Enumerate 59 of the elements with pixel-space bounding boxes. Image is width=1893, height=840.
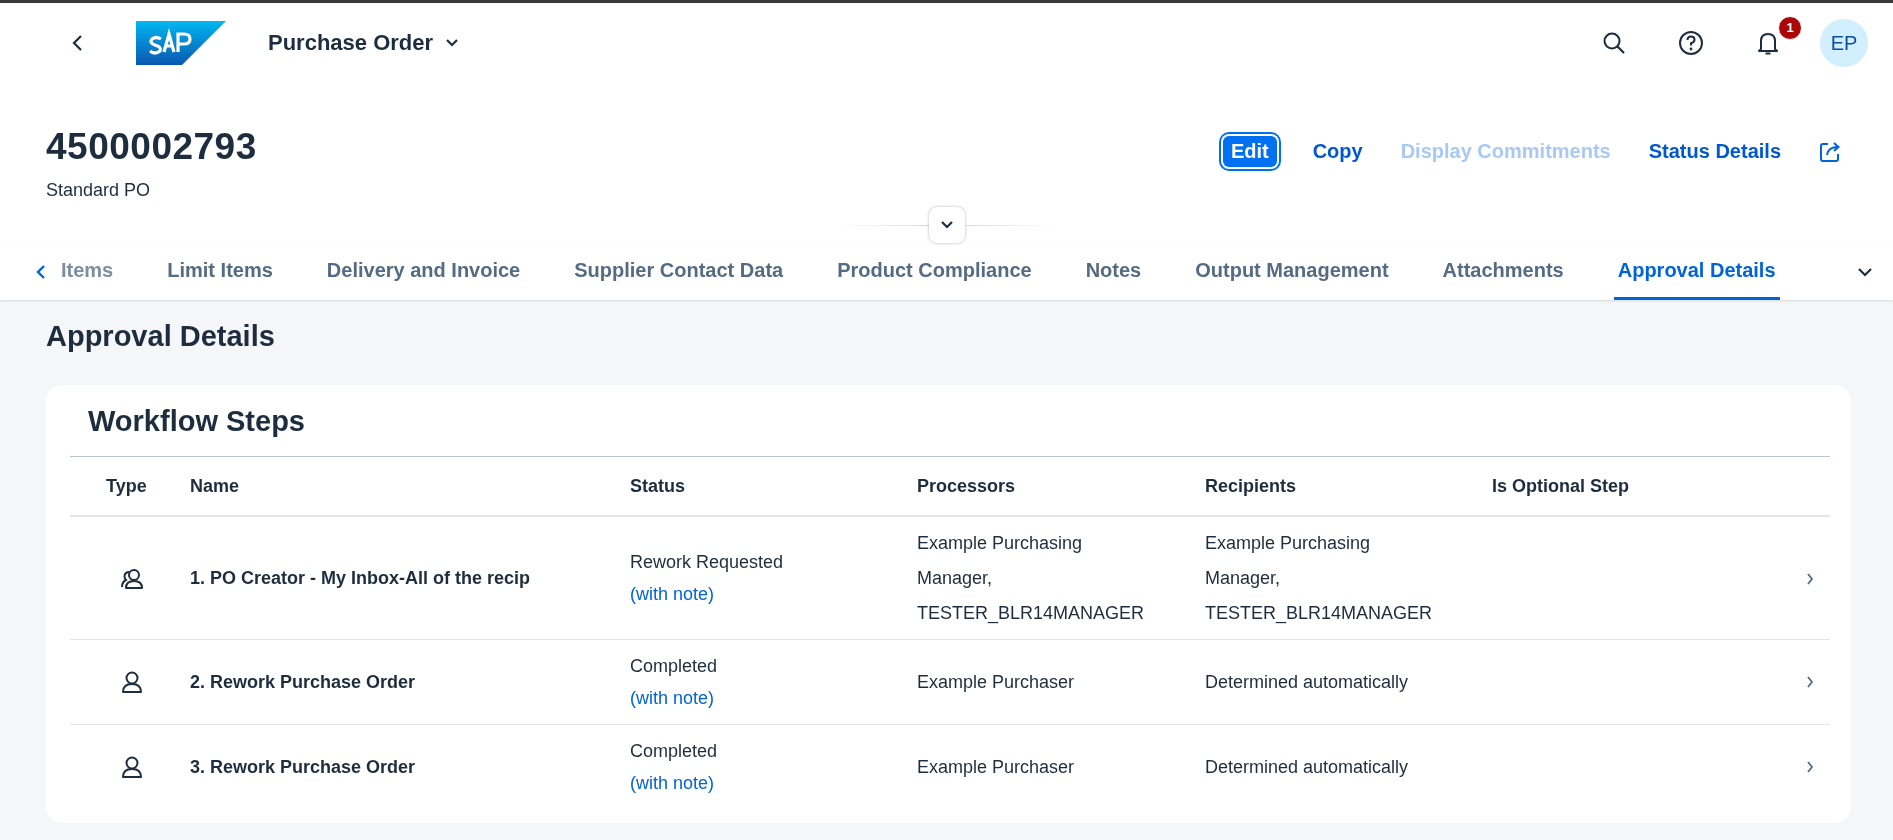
back-icon[interactable]: [71, 34, 85, 52]
tab[interactable]: Limit Items: [163, 243, 277, 300]
column-header: Name: [190, 475, 241, 497]
search-icon[interactable]: [1602, 31, 1626, 55]
action-button[interactable]: Copy: [1312, 140, 1363, 163]
processors-text: Example Purchasing Manager, TESTER_BLR14MANAGER: [917, 532, 1146, 626]
step-status: Completed: [630, 655, 719, 677]
chevron-right-icon: [1806, 760, 1814, 774]
card-title: Workflow Steps: [88, 405, 306, 438]
collapse-header-button[interactable]: [928, 207, 965, 243]
step-name: 1. PO Creator - My Inbox-All of the recip: [190, 568, 531, 588]
column-header: Status: [630, 475, 686, 497]
overflow-chevron-icon[interactable]: [1857, 266, 1873, 277]
chevron-right-icon: [1806, 675, 1814, 689]
column-header: Is Optional Step: [1492, 475, 1630, 497]
scroll-left-icon[interactable]: [36, 263, 46, 280]
person-icon: [120, 755, 144, 779]
recipients-text: Determined automatically: [1205, 670, 1410, 694]
note-link[interactable]: (with note): [630, 772, 917, 794]
tab[interactable]: Output Management: [1191, 243, 1393, 300]
processors-text: Example Purchaser: [917, 755, 1076, 779]
step-status: Completed: [630, 740, 719, 762]
tab[interactable]: Supplier Contact Data: [570, 243, 788, 300]
chevron-down-icon: [445, 38, 460, 48]
tab[interactable]: Approval Details: [1613, 243, 1780, 300]
app-title-menu[interactable]: Purchase Order: [268, 30, 460, 56]
step-name: 3. Rework Purchase Order: [190, 756, 416, 777]
tab[interactable]: Items: [57, 243, 118, 300]
column-header: Recipients: [1205, 475, 1298, 497]
person-icon: [120, 670, 144, 694]
logo-icon[interactable]: [136, 21, 226, 65]
tab[interactable]: Notes: [1081, 243, 1146, 300]
recipients-text: Determined automatically: [1205, 755, 1410, 779]
tab[interactable]: Attachments: [1438, 243, 1568, 300]
recipients-text: Example Purchasing Manager, TESTER_BLR14MANAGER: [1205, 532, 1434, 626]
help-icon[interactable]: [1678, 30, 1704, 56]
notification-bell-icon[interactable]: [1756, 30, 1780, 56]
note-link[interactable]: (with note): [630, 687, 917, 709]
share-icon[interactable]: [1819, 140, 1841, 163]
tab[interactable]: Delivery and Invoice: [322, 243, 525, 300]
table-row[interactable]: 3. Rework Purchase Order Completed (with note) Example Purchaser Determined automatically: [70, 725, 1830, 809]
table-row[interactable]: 1. PO Creator - My Inbox-All of the recip Rework Requested (with note) Example Purchasing Manager, TESTER_BLR14MANAGER Example Purchasing Manager, TESTER_BLR14MANAGER: [70, 517, 1830, 640]
section-title: Approval Details: [46, 320, 276, 353]
tab[interactable]: Product Compliance: [833, 243, 1036, 300]
column-header: Type: [105, 475, 148, 497]
note-link[interactable]: (with note): [630, 584, 917, 605]
processors-text: Example Purchaser: [917, 670, 1076, 694]
table-row[interactable]: 2. Rework Purchase Order Completed (with note) Example Purchaser Determined automatically: [70, 640, 1830, 725]
step-status: Rework Requested: [630, 552, 785, 573]
step-name: 2. Rework Purchase Order: [190, 671, 416, 692]
object-subtitle: Standard PO: [46, 180, 152, 201]
object-title: 4500002793: [46, 126, 257, 168]
notification-count: 1: [1778, 16, 1802, 40]
chevron-right-icon: [1806, 571, 1814, 586]
column-header: Processors: [917, 475, 1017, 497]
user-avatar[interactable]: EP: [1820, 19, 1868, 67]
action-button[interactable]: Status Details: [1648, 140, 1781, 163]
chevron-down-icon: [939, 220, 954, 230]
group-icon: [120, 566, 144, 591]
